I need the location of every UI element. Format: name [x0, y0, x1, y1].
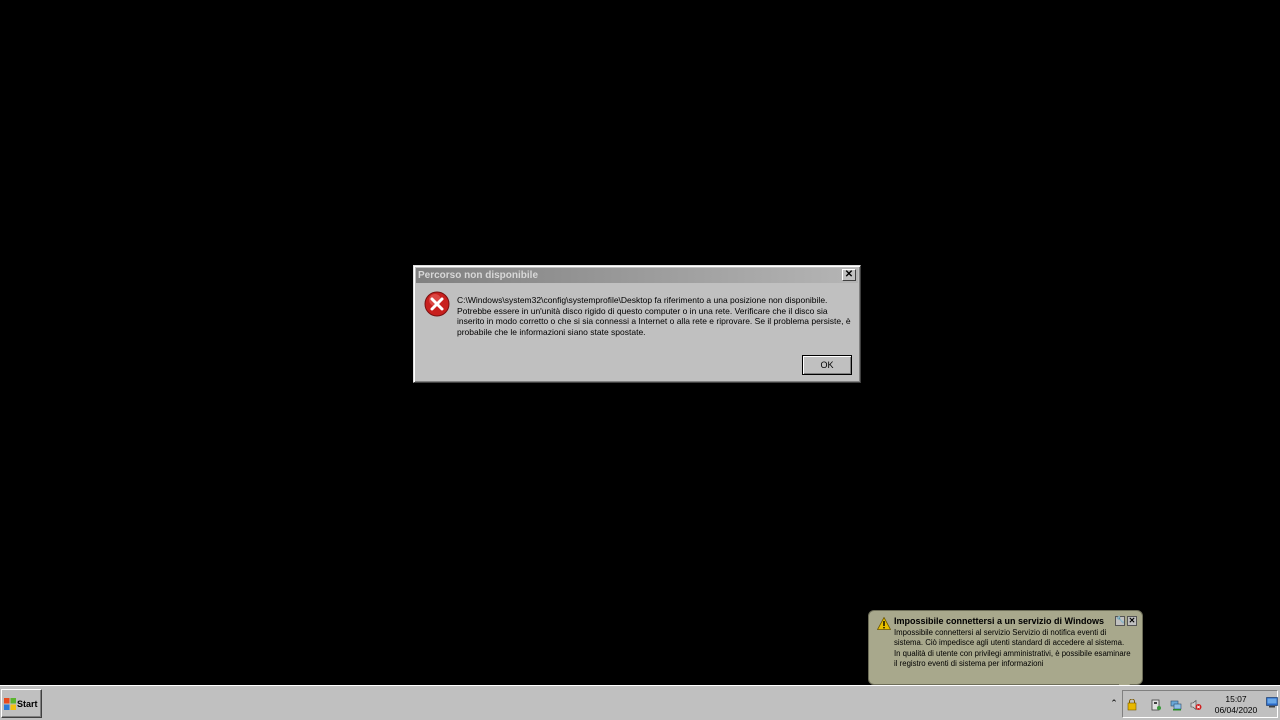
- windows-logo-icon: [4, 697, 16, 710]
- system-tray: 15:07 06/04/2020: [1122, 690, 1278, 718]
- balloon-body-text: Impossibile connettersi al servizio Serv…: [894, 628, 1125, 648]
- clock-date: 06/04/2020: [1214, 705, 1258, 715]
- clock-time: 15:07: [1225, 694, 1247, 704]
- clock[interactable]: 15:07 06/04/2020: [1211, 694, 1261, 716]
- volume-muted-icon[interactable]: [1190, 699, 1202, 711]
- error-dialog: Percorso non disponibile ✕ C:\Windows\sy…: [413, 265, 861, 383]
- balloon-close-button[interactable]: ✕: [1127, 616, 1137, 626]
- balloon-body-text-admin: In qualità di utente con privilegi ammin…: [894, 648, 1131, 668]
- dialog-close-button[interactable]: ✕: [842, 269, 856, 281]
- balloon-title: Impossibile connettersi a un servizio di…: [894, 616, 1104, 626]
- dialog-message: C:\Windows\system32\config\systemprofile…: [457, 295, 853, 337]
- dialog-message-detail: Potrebbe essere in un'unità disco rigido…: [457, 305, 851, 337]
- dialog-title: Percorso non disponibile: [418, 270, 539, 281]
- network-icon[interactable]: [1170, 699, 1182, 711]
- notification-balloon[interactable]: Impossibile connettersi a un servizio di…: [868, 610, 1143, 697]
- ok-button[interactable]: OK: [802, 355, 852, 375]
- dialog-message-path: C:\Windows\system32\config\systemprofile…: [457, 295, 828, 305]
- start-button[interactable]: Start: [1, 689, 42, 718]
- balloon-options-icon[interactable]: 🔧: [1115, 616, 1125, 626]
- error-icon: [424, 291, 450, 317]
- warning-icon: [877, 617, 891, 630]
- taskbar: Start ⌃ 15:07 06/04/2020: [0, 685, 1280, 720]
- balloon-body: Impossibile connettersi al servizio Serv…: [894, 628, 1134, 669]
- usb-device-icon[interactable]: [1150, 699, 1162, 711]
- show-desktop-icon[interactable]: [1266, 696, 1278, 708]
- start-label: Start: [17, 698, 38, 709]
- dialog-titlebar[interactable]: Percorso non disponibile ✕: [416, 268, 858, 283]
- security-alert-icon[interactable]: [1126, 699, 1138, 711]
- tray-expand-button[interactable]: ⌃: [1108, 693, 1120, 713]
